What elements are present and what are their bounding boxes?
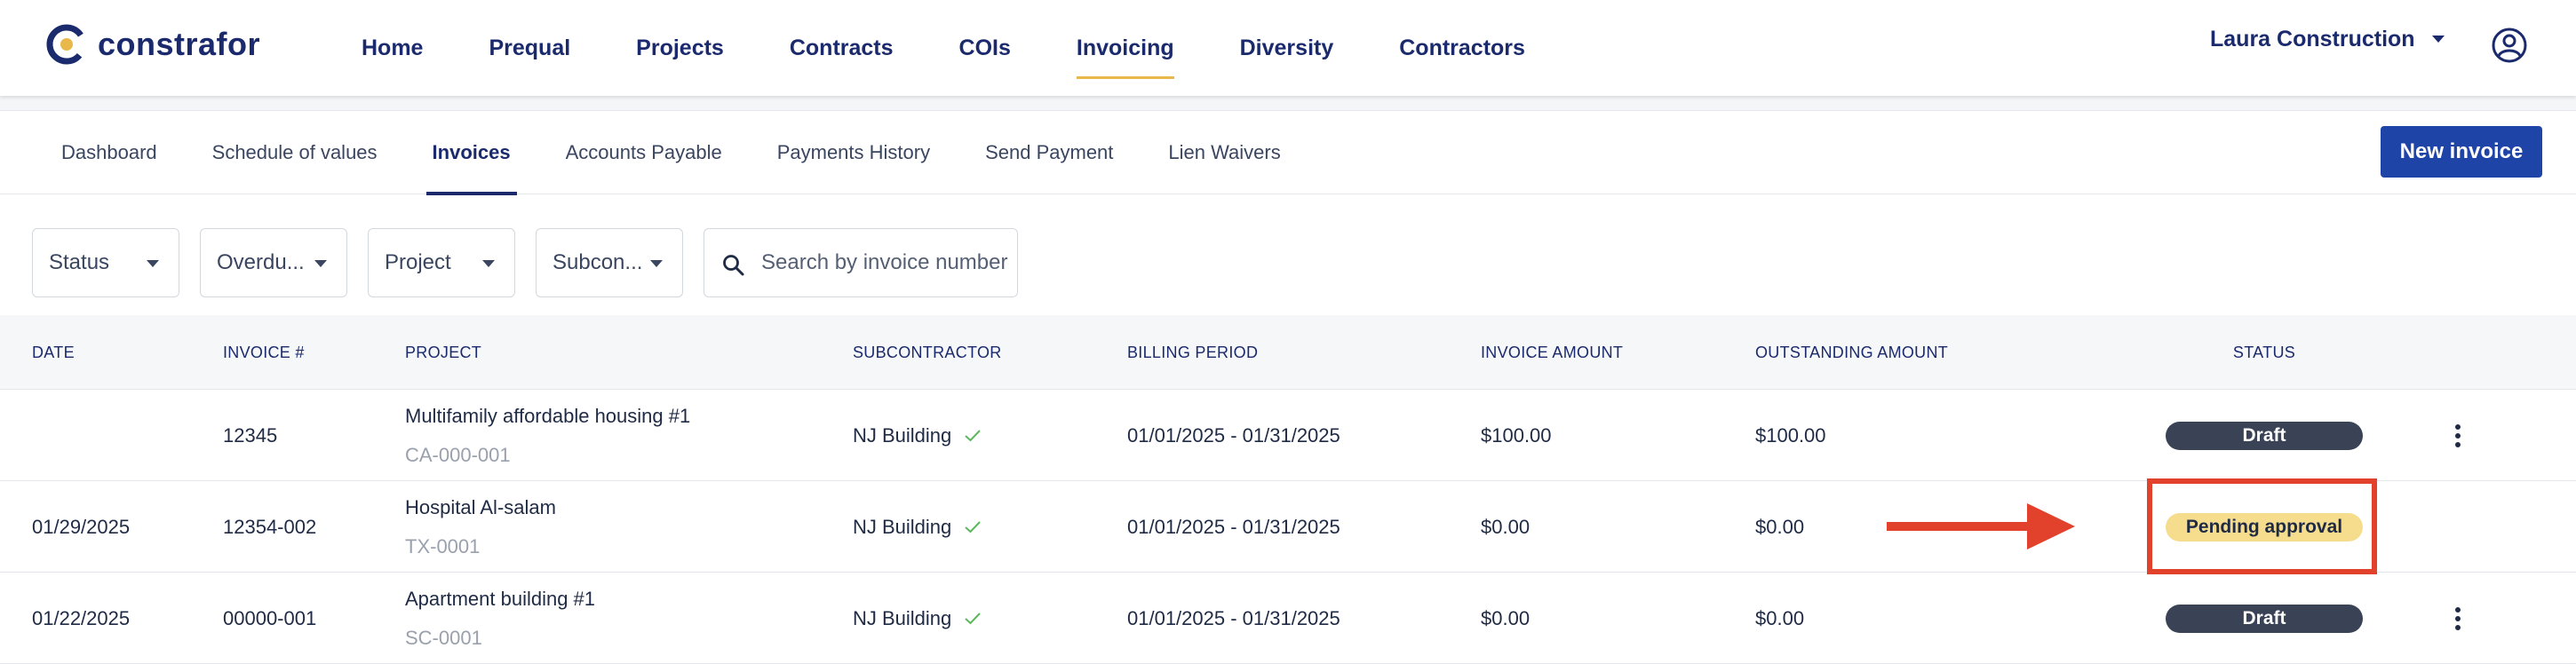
constrafor-logo[interactable]: constrafor bbox=[44, 21, 260, 67]
row-outstanding-amount: $0.00 bbox=[1755, 515, 1805, 538]
column-header-billing-period[interactable]: BILLING PERIOD bbox=[1127, 315, 1258, 390]
row-date: 01/29/2025 bbox=[32, 515, 131, 538]
row-subcontractor-name: NJ Building bbox=[853, 606, 952, 629]
company-selector[interactable]: Laura Construction bbox=[2210, 27, 2415, 52]
row-invoice-number: 12345 bbox=[223, 423, 278, 447]
top-navigation-bar: constrafor Home Prequal Projects Contrac… bbox=[0, 0, 2576, 96]
column-header-project[interactable]: PROJECT bbox=[405, 315, 481, 390]
nav-home[interactable]: Home bbox=[329, 0, 456, 96]
nav-contractors[interactable]: Contractors bbox=[1366, 0, 1558, 96]
row-subcontractor: NJ Building bbox=[853, 573, 982, 664]
row-actions-kebab-icon[interactable] bbox=[2445, 420, 2471, 452]
verified-check-icon bbox=[965, 429, 982, 441]
table-header: DATE INVOICE # PROJECT SUBCONTRACTOR BIL… bbox=[0, 315, 2576, 390]
tab-dashboard[interactable]: Dashboard bbox=[34, 111, 185, 194]
nav-projects[interactable]: Projects bbox=[603, 0, 757, 96]
status-badge: Draft bbox=[2166, 422, 2363, 450]
status-badge: Pending approval bbox=[2166, 513, 2363, 541]
row-subcontractor-name: NJ Building bbox=[853, 515, 952, 538]
row-billing-period: 01/01/2025 - 01/31/2025 bbox=[1127, 423, 1340, 447]
tab-send-payment[interactable]: Send Payment bbox=[958, 111, 1141, 194]
row-subcontractor: NJ Building bbox=[853, 481, 982, 573]
chevron-down-icon bbox=[650, 260, 663, 267]
overdue-filter[interactable]: Overdu... bbox=[200, 228, 347, 297]
project-filter[interactable]: Project bbox=[368, 228, 515, 297]
nav-invoicing[interactable]: Invoicing bbox=[1044, 0, 1207, 96]
invoices-card: Dashboard Schedule of values Invoices Ac… bbox=[0, 110, 2576, 664]
status-filter[interactable]: Status bbox=[32, 228, 179, 297]
row-date: 01/22/2025 bbox=[32, 606, 131, 629]
invoicing-subnav: Dashboard Schedule of values Invoices Ac… bbox=[0, 111, 2576, 195]
nav-prequal[interactable]: Prequal bbox=[456, 0, 603, 96]
tab-lien-waivers[interactable]: Lien Waivers bbox=[1141, 111, 1308, 194]
table-row[interactable]: 12345 Multifamily affordable housing #1 … bbox=[0, 390, 2576, 481]
row-invoice-amount: $0.00 bbox=[1481, 606, 1530, 629]
column-header-outstanding-amount[interactable]: OUTSTANDING AMOUNT bbox=[1755, 315, 1948, 390]
table-row[interactable]: 01/29/2025 12354-002 Hospital Al-salam T… bbox=[0, 481, 2576, 573]
chevron-down-icon bbox=[147, 260, 159, 267]
row-billing-period: 01/01/2025 - 01/31/2025 bbox=[1127, 606, 1340, 629]
row-invoice-number: 12354-002 bbox=[223, 515, 317, 538]
verified-check-icon bbox=[965, 520, 982, 533]
row-project-code: TX-0001 bbox=[405, 534, 481, 557]
project-filter-label: Project bbox=[385, 250, 451, 274]
row-project-name[interactable]: Apartment building #1 bbox=[405, 588, 595, 611]
company-dropdown-caret-icon[interactable] bbox=[2432, 36, 2445, 43]
row-invoice-amount: $0.00 bbox=[1481, 515, 1530, 538]
row-invoice-number: 00000-001 bbox=[223, 606, 317, 629]
column-header-status[interactable]: STATUS bbox=[2166, 315, 2363, 390]
search-icon bbox=[723, 255, 744, 276]
row-billing-period: 01/01/2025 - 01/31/2025 bbox=[1127, 515, 1340, 538]
column-header-invoice[interactable]: INVOICE # bbox=[223, 315, 305, 390]
column-header-invoice-amount[interactable]: INVOICE AMOUNT bbox=[1481, 315, 1623, 390]
status-filter-label: Status bbox=[49, 250, 110, 274]
table-row[interactable]: 01/22/2025 00000-001 Apartment building … bbox=[0, 573, 2576, 664]
tab-invoices[interactable]: Invoices bbox=[405, 111, 538, 195]
nav-contracts[interactable]: Contracts bbox=[757, 0, 926, 96]
tab-accounts-payable[interactable]: Accounts Payable bbox=[538, 111, 750, 194]
chevron-down-icon bbox=[482, 260, 495, 267]
verified-check-icon bbox=[965, 612, 982, 624]
row-outstanding-amount: $0.00 bbox=[1755, 606, 1805, 629]
row-outstanding-amount: $100.00 bbox=[1755, 423, 1826, 447]
row-subcontractor: NJ Building bbox=[853, 390, 982, 481]
search-input[interactable] bbox=[761, 243, 1012, 282]
row-project-name[interactable]: Hospital Al-salam bbox=[405, 496, 556, 519]
subcontractor-filter-label: Subcon... bbox=[553, 250, 643, 274]
column-header-subcontractor[interactable]: SUBCONTRACTOR bbox=[853, 315, 1002, 390]
user-profile-icon[interactable] bbox=[2491, 27, 2528, 64]
nav-diversity[interactable]: Diversity bbox=[1207, 0, 1367, 96]
new-invoice-button[interactable]: New invoice bbox=[2381, 126, 2542, 178]
row-project-code: CA-000-001 bbox=[405, 443, 511, 466]
chevron-down-icon bbox=[314, 260, 327, 267]
row-project-code: SC-0001 bbox=[405, 626, 482, 649]
row-subcontractor-name: NJ Building bbox=[853, 423, 952, 447]
status-badge: Draft bbox=[2166, 605, 2363, 633]
main-nav: Home Prequal Projects Contracts COIs Inv… bbox=[329, 0, 1558, 96]
subcontractor-filter[interactable]: Subcon... bbox=[536, 228, 683, 297]
row-project-name[interactable]: Multifamily affordable housing #1 bbox=[405, 405, 690, 428]
overdue-filter-label: Overdu... bbox=[217, 250, 305, 274]
tab-payments-history[interactable]: Payments History bbox=[750, 111, 958, 194]
row-invoice-amount: $100.00 bbox=[1481, 423, 1552, 447]
constrafor-logo-icon bbox=[46, 24, 87, 65]
row-actions-kebab-icon[interactable] bbox=[2445, 603, 2471, 635]
filter-bar: Status Overdu... Project Subcon... bbox=[0, 194, 2576, 315]
tab-schedule-of-values[interactable]: Schedule of values bbox=[185, 111, 405, 194]
annotation-arrow-icon bbox=[1887, 503, 2075, 549]
column-header-date[interactable]: DATE bbox=[32, 315, 75, 390]
invoice-search bbox=[704, 228, 1018, 297]
nav-cois[interactable]: COIs bbox=[926, 0, 1044, 96]
brand-name: constrafor bbox=[98, 26, 261, 62]
